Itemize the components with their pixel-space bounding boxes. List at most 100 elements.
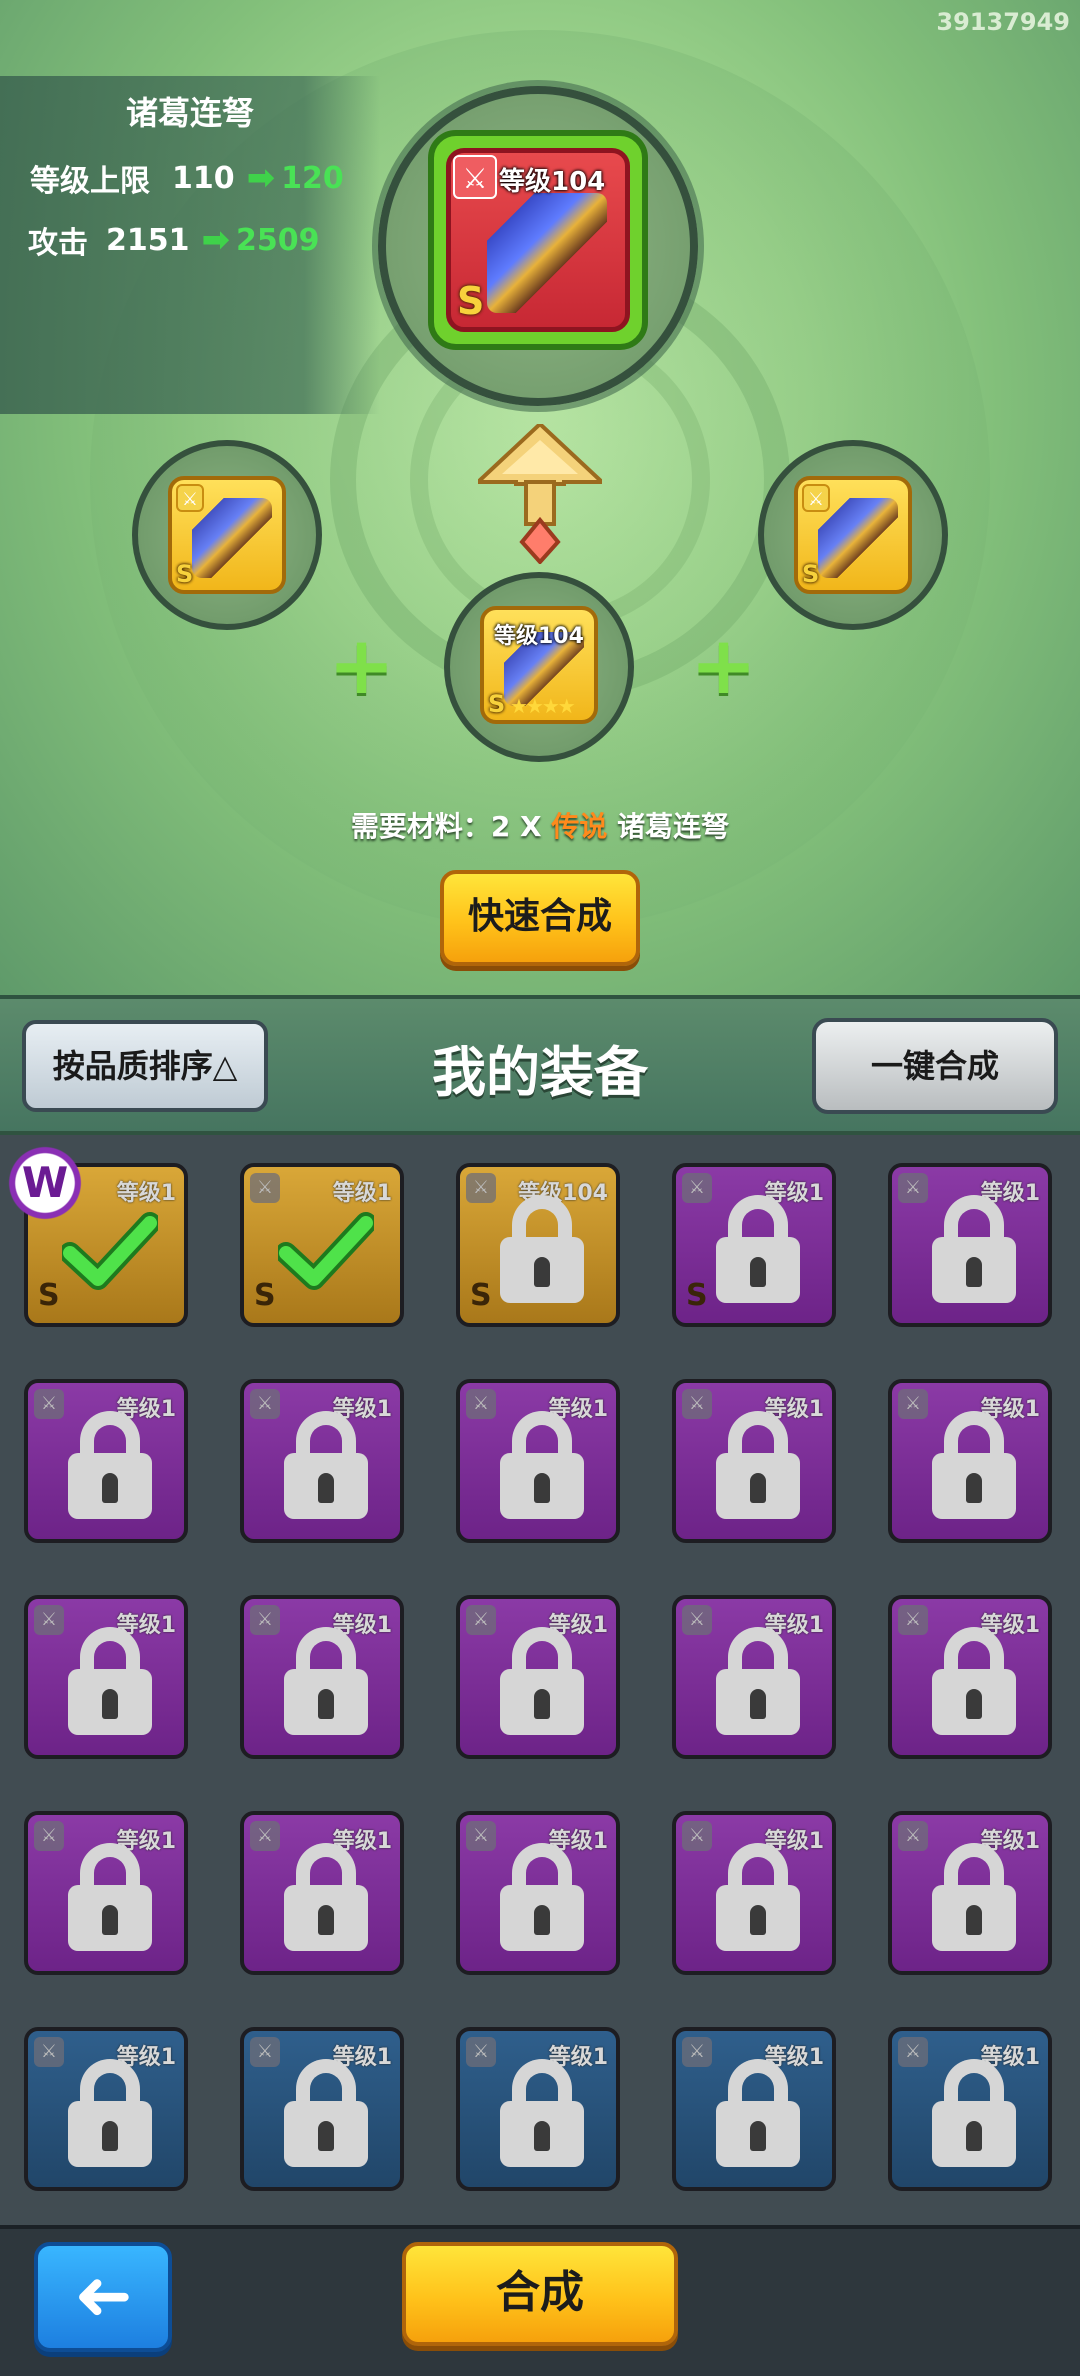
lock-icon (500, 1195, 584, 1303)
item-level: 等级1 (332, 1181, 392, 1206)
inventory-item[interactable]: ⚔ 等级1 (24, 1379, 188, 1543)
need-prefix: 需要材料：2 X (350, 810, 552, 843)
up-arrow-icon (478, 424, 602, 564)
inventory-item[interactable]: ⚔等级1S (672, 1163, 836, 1327)
sword-icon: ⚔ (682, 1821, 712, 1851)
lock-icon (68, 1411, 152, 1519)
inventory-item[interactable]: ⚔ 等级1 (456, 1811, 620, 1975)
plus-icon: + (328, 619, 396, 712)
player-uid: 39137949 (936, 8, 1070, 36)
sword-icon: ⚔ (466, 1173, 496, 1203)
sword-icon: ⚔ (250, 1605, 280, 1635)
inventory-item[interactable]: ⚔ 等级1 S (240, 1163, 404, 1327)
lock-icon (500, 1411, 584, 1519)
inventory-item[interactable]: ⚔ 等级1 (24, 2027, 188, 2191)
sword-icon: ⚔ (898, 1389, 928, 1419)
inventory-item[interactable]: ⚔ 等级1 (456, 2027, 620, 2191)
material-card-center: 等级104 S ★★★★ (480, 606, 598, 724)
lock-icon (716, 1411, 800, 1519)
sword-icon: ⚔ (250, 1389, 280, 1419)
rank-badge: S (686, 1278, 708, 1313)
rank-badge: S (38, 1278, 60, 1313)
inventory-item[interactable]: ⚔ 等级104 S (456, 1163, 620, 1327)
inventory-item[interactable]: ⚔ 等级1 (240, 1595, 404, 1759)
synth-button[interactable]: 合成 (402, 2242, 678, 2346)
lock-icon (500, 1843, 584, 1951)
lock-icon (716, 2059, 800, 2167)
plus-icon: + (690, 619, 758, 712)
sword-icon: ⚔ (34, 1605, 64, 1635)
sword-icon: ⚔ (250, 2037, 280, 2067)
back-button[interactable]: ➜ (34, 2242, 172, 2352)
lock-icon (284, 1411, 368, 1519)
rank-badge: S (254, 1278, 276, 1313)
lock-icon (932, 1627, 1016, 1735)
inventory-item[interactable]: ⚔ 等级1 (672, 1811, 836, 1975)
inventory-item[interactable]: ⚔ 等级1 (888, 2027, 1052, 2191)
inventory-item[interactable]: ⚔ 等级1 (240, 1811, 404, 1975)
sword-icon: ⚔ (682, 1605, 712, 1635)
rank-badge: S (176, 560, 194, 588)
inventory-item[interactable]: ⚔ 等级1 (24, 1595, 188, 1759)
rank-badge: S (470, 1278, 492, 1313)
inventory-item[interactable]: ⚔ 等级1 (888, 1811, 1052, 1975)
sword-icon: ⚔ (898, 1821, 928, 1851)
sword-icon: ⚔ (250, 1821, 280, 1851)
sword-icon: ⚔ (34, 1389, 64, 1419)
lock-icon (932, 1843, 1016, 1951)
lock-icon (500, 2059, 584, 2167)
lock-icon (68, 2059, 152, 2167)
sword-icon: ⚔ (250, 1173, 280, 1203)
material-card-right: ⚔ S (794, 476, 912, 594)
material-level: 等级104 (494, 624, 584, 649)
rank-badge: S (488, 690, 506, 718)
sword-icon: ⚔ (453, 155, 497, 199)
level-cap-label: 等级上限 (30, 164, 150, 199)
level-cap-new: 120 (281, 160, 344, 196)
sword-icon: ⚔ (466, 1389, 496, 1419)
green-arrow-icon: ➡ (246, 158, 276, 198)
quick-synth-button[interactable]: 快速合成 (440, 870, 640, 966)
sword-icon: ⚔ (34, 1821, 64, 1851)
item-level: 等级1 (116, 1181, 176, 1206)
sword-icon: ⚔ (466, 2037, 496, 2067)
result-item-inner: ⚔ 等级104 S (446, 148, 630, 332)
rank-badge: S (457, 279, 485, 323)
inventory-item[interactable]: ⚔ 等级1 (456, 1595, 620, 1759)
sword-icon: ⚔ (898, 2037, 928, 2067)
inventory-item[interactable]: ⚔ 等级1 (888, 1163, 1052, 1327)
level-cap-row: 等级上限 110 ➡ 120 (30, 156, 344, 200)
inventory-item[interactable]: ⚔ 等级1 (24, 1811, 188, 1975)
result-item-card[interactable]: ⚔ 等级104 S (428, 130, 648, 350)
inventory-item[interactable]: ⚔ 等级1 (456, 1379, 620, 1543)
need-name: 诸葛连弩 (607, 810, 730, 843)
inventory-item[interactable]: ⚔ 等级1 (888, 1379, 1052, 1543)
sword-icon: ⚔ (34, 2037, 64, 2067)
inventory-item[interactable]: ⚔ 等级1 (240, 2027, 404, 2191)
green-arrow-icon: ➡ (201, 220, 231, 260)
w-logo-icon[interactable]: W (2, 1140, 88, 1226)
lock-icon (716, 1627, 800, 1735)
inventory-item[interactable]: ⚔ 等级1 (672, 1379, 836, 1543)
one-key-synth-button[interactable]: 一键合成 (812, 1018, 1058, 1114)
attack-new: 2509 (236, 222, 320, 258)
inventory-item[interactable]: ⚔ 等级1 (888, 1595, 1052, 1759)
back-arrow-icon: ➜ (73, 2254, 133, 2336)
lock-icon (500, 1627, 584, 1735)
sword-icon: ⚔ (682, 1389, 712, 1419)
sword-icon: ⚔ (898, 1605, 928, 1635)
inventory-item[interactable]: ⚔ 等级1 (672, 1595, 836, 1759)
item-info-box: 诸葛连弩 等级上限 110 ➡ 120 攻击 2151 ➡ 2509 (0, 76, 380, 414)
sword-icon: ⚔ (466, 1605, 496, 1635)
attack-old: 2151 (106, 222, 190, 258)
level-cap-old: 110 (172, 160, 235, 196)
inventory-item[interactable]: ⚔ 等级1 (240, 1379, 404, 1543)
material-requirement: 需要材料：2 X 传说 诸葛连弩 (0, 805, 1080, 845)
lock-icon (716, 1195, 800, 1303)
lock-icon (932, 2059, 1016, 2167)
checkmark-icon (62, 1212, 158, 1290)
inventory-item[interactable]: ⚔ 等级1 (672, 2027, 836, 2191)
lock-icon (932, 1411, 1016, 1519)
lock-icon (284, 1843, 368, 1951)
material-card-left: ⚔ S (168, 476, 286, 594)
